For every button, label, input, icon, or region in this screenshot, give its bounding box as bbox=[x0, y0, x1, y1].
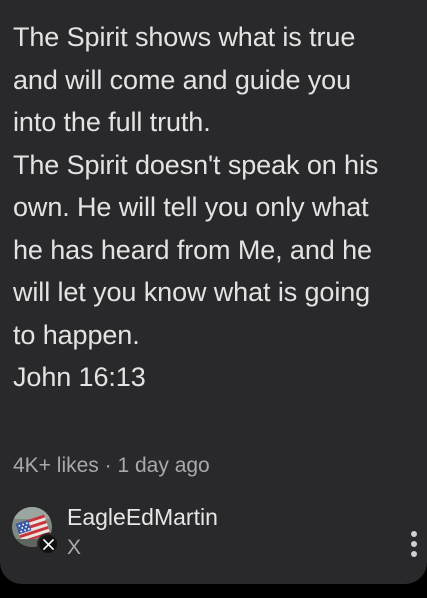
post-time: 1 day ago bbox=[117, 454, 210, 477]
post-text-line: will let you know what is going bbox=[13, 277, 371, 307]
x-logo-icon bbox=[37, 533, 59, 555]
more-vertical-icon bbox=[411, 541, 417, 547]
more-options-button[interactable] bbox=[402, 527, 426, 561]
post-text: The Spirit shows what is true and will c… bbox=[13, 16, 418, 399]
post-text-line: The Spirit shows what is true bbox=[13, 22, 356, 52]
more-vertical-icon bbox=[411, 531, 417, 537]
meta-separator: · bbox=[104, 454, 112, 477]
post-text-line: own. He will tell you only what bbox=[13, 192, 369, 222]
post-text-line: into the full truth. bbox=[13, 107, 211, 137]
post-text-line: he has heard from Me, and he bbox=[13, 234, 372, 265]
author-source: X bbox=[67, 536, 82, 559]
post-text-line: The Spirit doesn't speak on his bbox=[13, 149, 379, 180]
likes-count: 4K+ likes bbox=[13, 454, 99, 477]
avatar[interactable] bbox=[12, 507, 59, 555]
author-name[interactable]: EagleEdMartin bbox=[67, 503, 218, 531]
post-text-line: John 16:13 bbox=[13, 362, 146, 392]
post-meta: 4K+ likes · 1 day ago bbox=[13, 452, 210, 480]
post-text-line: to happen. bbox=[13, 319, 140, 350]
post-card[interactable]: The Spirit shows what is true and will c… bbox=[0, 0, 427, 584]
post-text-line: and will come and guide you bbox=[13, 64, 352, 95]
more-vertical-icon bbox=[411, 551, 417, 557]
